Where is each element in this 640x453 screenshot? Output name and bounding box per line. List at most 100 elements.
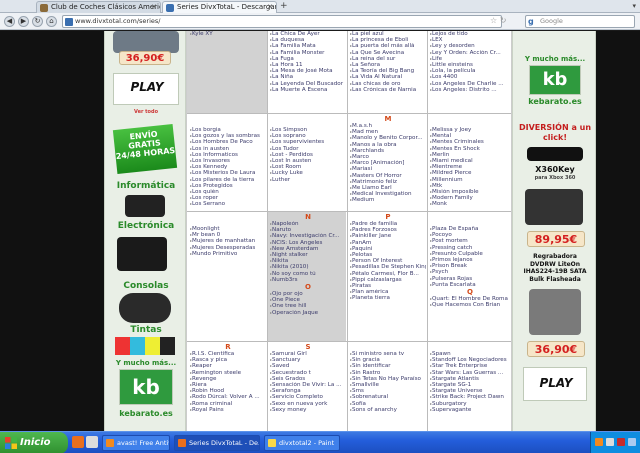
address-bar[interactable]: www.divxtotal.com/series/: [62, 15, 502, 28]
series-link[interactable]: Medium: [350, 197, 426, 203]
price-tag: 36,90€: [527, 341, 585, 357]
series-link[interactable]: Star Wars: Las Guerras ...: [430, 370, 510, 376]
tab-list-icon[interactable]: ▾: [632, 0, 636, 12]
avast-icon: [106, 439, 114, 447]
new-tab-button[interactable]: +: [280, 1, 288, 12]
series-link[interactable]: Mundo Primitivo: [190, 251, 266, 257]
search-input[interactable]: g Google: [525, 15, 635, 28]
series-link[interactable]: Mujeres de manhattan: [190, 238, 266, 244]
taskbar-item-avast[interactable]: avast! Free Antivirus: [102, 435, 170, 451]
left-ad-banner[interactable]: 36,90€ PLAY Ver todo ENVÍO GRATIS 24/48 …: [104, 31, 186, 431]
series-link[interactable]: Los Ángeles De Charlie ...: [430, 81, 510, 87]
series-link[interactable]: Mujeres Desesperadas: [190, 245, 266, 251]
tab-label: Club de Coches Clásicos Americanos - th.…: [51, 3, 160, 11]
series-link[interactable]: Planeta tierra: [350, 295, 426, 301]
start-button[interactable]: Inicio: [0, 432, 68, 453]
grid-divider: [427, 31, 428, 431]
series-cell: Lejos de tidoLEXLey y desordenLey Y Orde…: [430, 31, 510, 93]
grid-divider: [267, 31, 268, 431]
series-link[interactable]: La Leyenda Del Buscador: [270, 81, 346, 87]
ad-caption: Ver todo: [133, 109, 159, 115]
diversion-label: DIVERSIÓN a un click!: [518, 123, 592, 142]
back-button[interactable]: ◀: [4, 16, 15, 27]
browser-tab-bar: Club de Coches Clásicos Americanos - th.…: [0, 0, 640, 13]
firefox-icon: [178, 439, 186, 447]
forward-button[interactable]: ▶: [18, 16, 29, 27]
series-link[interactable]: Los Misterios De Laura: [190, 170, 266, 176]
windows-taskbar: Inicio avast! Free Antivirus Series Divx…: [0, 431, 640, 453]
series-link[interactable]: Sexy money: [270, 407, 346, 413]
ink-image: [115, 337, 175, 355]
xbox-image: [527, 147, 583, 161]
paint-icon: [268, 439, 276, 447]
series-cell: SpawnStandoff Los NegociadoresStar Trek …: [430, 351, 510, 413]
right-ad-banner[interactable]: Y mucho más... kb kebarato.es DIVERSIÓN …: [512, 31, 596, 431]
home-button[interactable]: ⌂: [46, 16, 57, 27]
series-link[interactable]: Rodo Dúrcal: Volver A ...: [190, 394, 266, 400]
series-link[interactable]: Los Serrano: [190, 201, 266, 207]
grid-divider: [187, 341, 511, 342]
series-cell: N NapoleónNarutoNavy: Investigación Cr..…: [270, 213, 346, 316]
series-list: Kyle XY La Chica De AyerLa duquesaLa Fam…: [186, 31, 512, 431]
series-cell: Si ministro sena tvSin graciaSin identif…: [350, 351, 426, 413]
grid-divider: [187, 113, 511, 114]
series-link[interactable]: Navy: Investigación Cr...: [270, 233, 346, 239]
show-desktop-icon[interactable]: [86, 436, 98, 448]
series-link[interactable]: Manolo y Benito Corpor...: [350, 135, 426, 141]
series-link[interactable]: Los Ángeles: Distrito ...: [430, 87, 510, 93]
series-link[interactable]: Royal Pains: [190, 407, 266, 413]
series-link[interactable]: Sons of anarchy: [350, 407, 426, 413]
kebarato-label: kebarato.es: [119, 409, 173, 418]
close-icon[interactable]: ✕: [151, 2, 157, 13]
series-cell: M M.a.s.hMad menManolo y Benito Corpor..…: [350, 115, 426, 204]
volume-icon[interactable]: [628, 438, 636, 446]
browser-tab-clasicos[interactable]: Club de Coches Clásicos Americanos - th.…: [36, 1, 161, 13]
site-identity-icon: [65, 18, 73, 26]
firefox-icon[interactable]: [72, 436, 84, 448]
series-link[interactable]: La Muerte A Escena: [270, 87, 346, 93]
series-link[interactable]: Pétalo Carmesí, Flor B...: [350, 271, 426, 277]
reload-button[interactable]: ↻: [32, 16, 43, 27]
series-link[interactable]: Kyle XY: [190, 31, 266, 37]
google-icon: g: [528, 17, 534, 26]
x360key-title: X360Key: [535, 165, 575, 174]
windows-flag-icon: [5, 437, 17, 449]
series-link[interactable]: Operación Jaque: [270, 310, 346, 316]
system-tray: [590, 432, 640, 453]
series-cell: La piel azulLa princesa de ÉboliLa puert…: [350, 31, 426, 93]
page-viewport: 36,90€ PLAY Ver todo ENVÍO GRATIS 24/48 …: [0, 31, 640, 431]
series-link[interactable]: Las Crónicas de Narnia: [350, 87, 426, 93]
taskbar-item-firefox[interactable]: Series DivxTotaL - De...: [174, 435, 260, 451]
series-link[interactable]: Monk: [430, 201, 510, 207]
play-logo: PLAY: [113, 73, 179, 105]
series-link[interactable]: Ley Y Orden: Acción Cr...: [430, 50, 510, 56]
taskbar-item-paint[interactable]: divxtotal2 - Paint: [264, 435, 340, 451]
section-letter: R: [225, 343, 231, 351]
series-cell: Melissa y JoeyMentalMentes CriminalesMen…: [430, 127, 510, 208]
consolas-label: Consolas: [123, 281, 169, 291]
series-cell: R R.I.S. CientíficaRasca y picaReaperRem…: [190, 343, 266, 413]
series-cell: La Chica De AyerLa duquesaLa Familia Mat…: [270, 31, 346, 93]
close-icon[interactable]: ✕: [267, 2, 273, 13]
browser-tab-divxtotal[interactable]: Series DivxTotaL - Descargar Torrents ✕: [162, 1, 277, 13]
series-cell: Plaza De EspañaPocoyoPost mortemPressing…: [430, 226, 510, 308]
play-logo: PLAY: [523, 367, 587, 401]
favicon-icon: [40, 4, 48, 12]
series-link[interactable]: Pesadillas De Stephen King: [350, 264, 426, 270]
price-tag: 36,90€: [119, 51, 171, 65]
product-image: [113, 31, 179, 53]
network-icon[interactable]: [606, 438, 614, 446]
series-link[interactable]: Que Hacemos Con Brian: [430, 302, 510, 308]
series-link[interactable]: Luther: [270, 177, 346, 183]
bookmark-star-icon[interactable]: ☆ ↻: [490, 16, 506, 25]
avast-tray-icon[interactable]: [595, 438, 603, 446]
series-cell: S Samurai GirlSanctuarySavedSecuestrado …: [270, 343, 346, 413]
security-icon[interactable]: [617, 438, 625, 446]
tintas-label: Tintas: [130, 325, 162, 335]
series-link[interactable]: Supervagante: [430, 407, 510, 413]
section-letter: O: [305, 283, 311, 292]
x360key-subtitle: para Xbox 360: [534, 175, 576, 181]
laptop-image: [125, 195, 165, 217]
search-placeholder: Google: [540, 17, 563, 25]
series-link[interactable]: Strike Back: Project Dawn: [430, 394, 510, 400]
